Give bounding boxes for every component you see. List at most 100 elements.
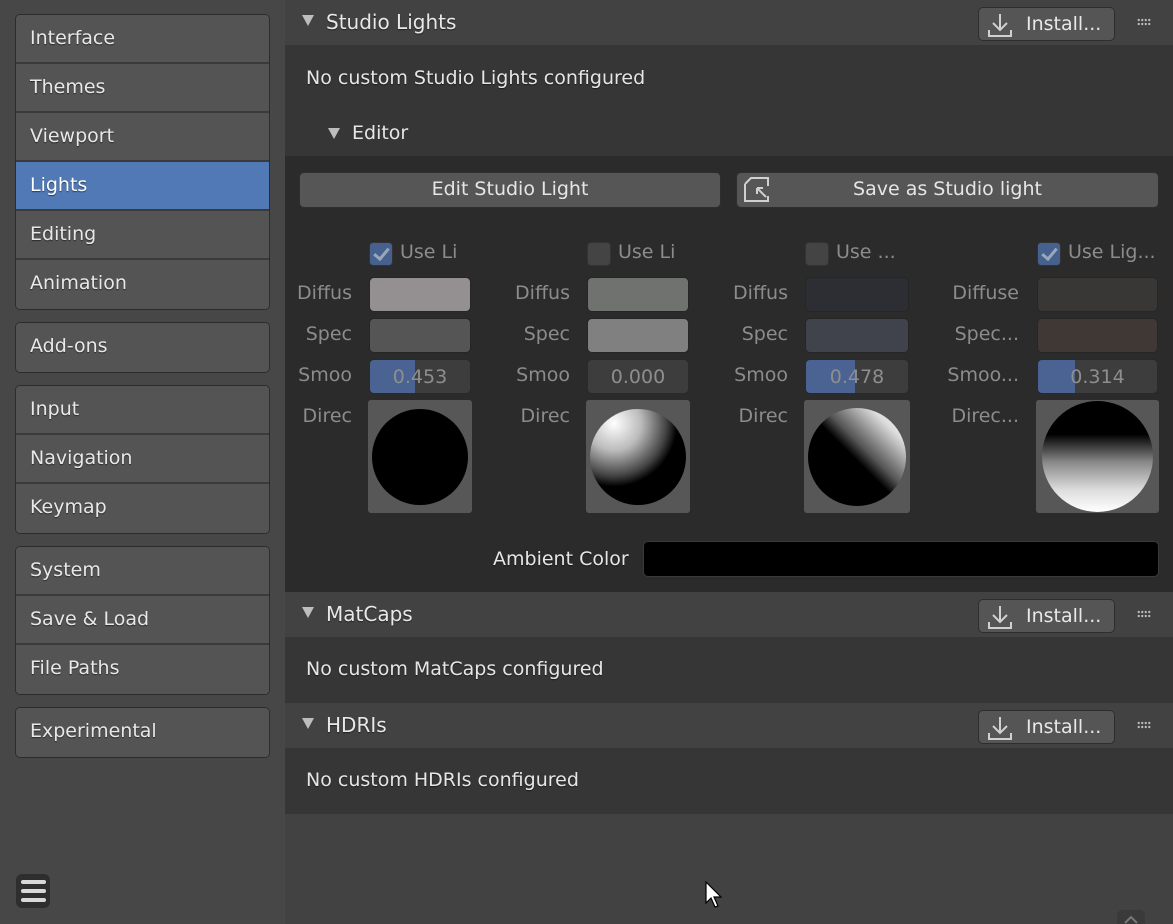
use-light-label: Use Lig... bbox=[1068, 241, 1156, 263]
direction-label: Direc... bbox=[951, 405, 1019, 427]
mouse-cursor-icon bbox=[705, 881, 723, 908]
smooth-slider[interactable]: 0.478 bbox=[805, 359, 909, 394]
direction-sphere[interactable] bbox=[1042, 401, 1153, 512]
drag-handle-icon[interactable] bbox=[1137, 721, 1151, 729]
panel-title: HDRIs bbox=[326, 713, 387, 737]
diffuse-color-swatch[interactable] bbox=[805, 277, 909, 312]
specular-label: Spec bbox=[305, 323, 352, 345]
specular-label: Spec bbox=[523, 323, 570, 345]
use-light-label: Use Li bbox=[400, 241, 458, 263]
sidebar-item-editing[interactable]: Editing bbox=[16, 211, 269, 260]
direction-label: Direc bbox=[738, 405, 788, 427]
specular-label: Spec bbox=[741, 323, 788, 345]
hdris-header[interactable]: HDRIs Install... bbox=[285, 703, 1173, 748]
use-light-label: Use ... bbox=[836, 241, 896, 263]
direction-sphere[interactable] bbox=[808, 407, 906, 506]
sidebar-item-addons[interactable]: Add-ons bbox=[16, 323, 269, 372]
sidebar-item-navigation[interactable]: Navigation bbox=[16, 435, 269, 484]
specular-color-swatch[interactable] bbox=[1037, 318, 1158, 353]
panel-title: Studio Lights bbox=[326, 10, 457, 34]
studio-lights-body: No custom Studio Lights configured bbox=[285, 45, 1173, 112]
scroll-up-chevron-icon[interactable] bbox=[1117, 910, 1145, 924]
diffuse-label: Diffus bbox=[297, 282, 352, 304]
direction-sphere-widget[interactable] bbox=[1036, 400, 1159, 513]
diffuse-label: Diffus bbox=[515, 282, 570, 304]
matcaps-install-button[interactable]: Install... bbox=[978, 599, 1115, 633]
download-icon bbox=[988, 717, 1012, 740]
smooth-slider[interactable]: 0.314 bbox=[1037, 359, 1158, 394]
edit-studio-light-button[interactable]: Edit Studio Light bbox=[299, 172, 721, 208]
sidebar-item-themes[interactable]: Themes bbox=[16, 64, 269, 113]
direction-label: Direc bbox=[302, 405, 352, 427]
save-button-label: Save as Studio light bbox=[853, 178, 1042, 200]
nav-group-system: System Save & Load File Paths bbox=[15, 546, 270, 695]
sidebar-item-interface[interactable]: Interface bbox=[16, 15, 269, 64]
sidebar-item-file-paths[interactable]: File Paths bbox=[16, 645, 269, 694]
use-light-checkbox[interactable] bbox=[587, 242, 611, 266]
direction-sphere[interactable] bbox=[372, 408, 468, 505]
diffuse-color-swatch[interactable] bbox=[369, 277, 471, 312]
editor-body: Edit Studio Light Save as Studio light U… bbox=[285, 156, 1173, 592]
sidebar-item-keymap[interactable]: Keymap bbox=[16, 484, 269, 533]
editor-subpanel-header[interactable]: Editor bbox=[285, 112, 1173, 156]
hamburger-menu-icon[interactable] bbox=[16, 874, 50, 908]
ambient-color-label: Ambient Color bbox=[493, 548, 629, 570]
specular-color-swatch[interactable] bbox=[587, 318, 689, 353]
save-as-studio-light-button[interactable]: Save as Studio light bbox=[736, 172, 1159, 208]
smooth-label: Smoo... bbox=[947, 364, 1019, 386]
lights-preferences-panel: Studio Lights Install... No custom Studi… bbox=[285, 0, 1173, 924]
use-light-checkbox[interactable] bbox=[805, 242, 829, 266]
diffuse-color-swatch[interactable] bbox=[587, 277, 689, 312]
sidebar-item-lights[interactable]: Lights bbox=[16, 162, 269, 211]
direction-sphere-widget[interactable] bbox=[586, 400, 690, 513]
collapse-triangle-icon[interactable] bbox=[328, 128, 340, 139]
smooth-slider[interactable]: 0.453 bbox=[369, 359, 471, 394]
direction-sphere-widget[interactable] bbox=[804, 400, 910, 513]
sidebar-item-input[interactable]: Input bbox=[16, 386, 269, 435]
panel-title: MatCaps bbox=[326, 602, 413, 626]
hdris-body: No custom HDRIs configured bbox=[285, 748, 1173, 814]
sidebar-item-animation[interactable]: Animation bbox=[16, 260, 269, 309]
specular-color-swatch[interactable] bbox=[805, 318, 909, 353]
sidebar-item-system[interactable]: System bbox=[16, 547, 269, 596]
use-light-label: Use Li bbox=[618, 241, 676, 263]
direction-label: Direc bbox=[520, 405, 570, 427]
diffuse-label: Diffus bbox=[733, 282, 788, 304]
empty-message: No custom MatCaps configured bbox=[306, 658, 604, 680]
preferences-sidebar: Interface Themes Viewport Lights Editing… bbox=[0, 0, 285, 924]
empty-message: No custom Studio Lights configured bbox=[306, 67, 646, 89]
diffuse-color-swatch[interactable] bbox=[1037, 277, 1158, 312]
sidebar-item-experimental[interactable]: Experimental bbox=[16, 708, 269, 757]
studio-lights-install-button[interactable]: Install... bbox=[978, 7, 1115, 41]
direction-sphere-widget[interactable] bbox=[368, 400, 472, 513]
collapse-triangle-icon[interactable] bbox=[302, 15, 314, 26]
collapse-triangle-icon[interactable] bbox=[302, 607, 314, 618]
save-studio-light-icon bbox=[744, 177, 769, 202]
drag-handle-icon[interactable] bbox=[1137, 610, 1151, 618]
drag-handle-icon[interactable] bbox=[1137, 18, 1151, 26]
nav-group-ui: Interface Themes Viewport Lights Editing… bbox=[15, 14, 270, 310]
smooth-slider[interactable]: 0.000 bbox=[587, 359, 689, 394]
smooth-value: 0.314 bbox=[1070, 366, 1125, 388]
smooth-label: Smoo bbox=[734, 364, 788, 386]
collapse-triangle-icon[interactable] bbox=[302, 718, 314, 729]
diffuse-label: Diffuse bbox=[952, 282, 1019, 304]
use-light-checkbox[interactable] bbox=[369, 242, 393, 266]
direction-sphere[interactable] bbox=[590, 408, 686, 505]
matcaps-body: No custom MatCaps configured bbox=[285, 637, 1173, 703]
ambient-color-swatch[interactable] bbox=[643, 541, 1159, 577]
subpanel-title: Editor bbox=[352, 122, 409, 144]
sidebar-item-viewport[interactable]: Viewport bbox=[16, 113, 269, 162]
nav-group-addons: Add-ons bbox=[15, 322, 270, 373]
smooth-value: 0.478 bbox=[829, 366, 885, 388]
studio-lights-header[interactable]: Studio Lights Install... bbox=[285, 0, 1173, 45]
sidebar-item-save-load[interactable]: Save & Load bbox=[16, 596, 269, 645]
matcaps-header[interactable]: MatCaps Install... bbox=[285, 592, 1173, 637]
hdris-install-button[interactable]: Install... bbox=[978, 710, 1115, 744]
specular-label: Spec... bbox=[954, 323, 1019, 345]
specular-color-swatch[interactable] bbox=[369, 318, 471, 353]
smooth-value: 0.453 bbox=[392, 366, 448, 388]
smooth-value: 0.000 bbox=[610, 366, 666, 388]
download-icon bbox=[988, 606, 1012, 629]
use-light-checkbox[interactable] bbox=[1037, 242, 1061, 266]
